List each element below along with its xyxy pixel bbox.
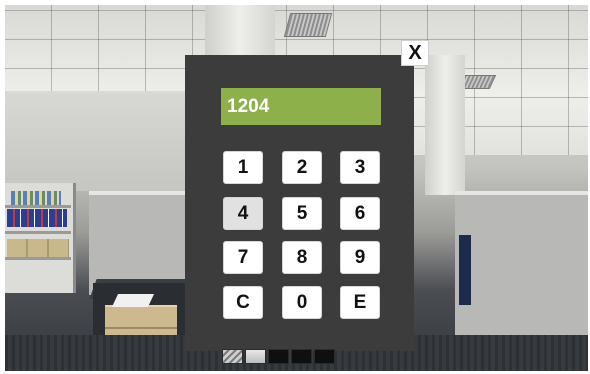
cubicle-partition (455, 191, 588, 345)
key-8[interactable]: 8 (282, 241, 322, 274)
key-clear[interactable]: C (223, 286, 263, 319)
back-wall (5, 91, 210, 191)
keypad-dialog: 1204 1 2 3 4 5 6 7 8 9 C 0 E (185, 55, 414, 351)
key-2[interactable]: 2 (282, 151, 322, 184)
ceiling-vent (283, 13, 333, 37)
pillar (425, 55, 465, 195)
binders (7, 209, 67, 227)
office-chair (459, 235, 471, 305)
key-4[interactable]: 4 (223, 197, 263, 230)
storage-boxes (7, 239, 69, 257)
key-0[interactable]: 0 (282, 286, 322, 319)
key-enter[interactable]: E (340, 286, 380, 319)
close-button[interactable]: X (401, 40, 429, 66)
key-6[interactable]: 6 (340, 197, 380, 230)
inventory-slot-item[interactable] (245, 349, 266, 364)
inventory-slot-empty[interactable] (291, 349, 312, 364)
paper-sheet (111, 294, 155, 307)
key-5[interactable]: 5 (282, 197, 322, 230)
key-1[interactable]: 1 (223, 151, 263, 184)
key-7[interactable]: 7 (223, 241, 263, 274)
key-3[interactable]: 3 (340, 151, 380, 184)
inventory-bar (222, 349, 335, 364)
code-display: 1204 (221, 88, 381, 125)
inventory-slot-empty[interactable] (268, 349, 289, 364)
key-9[interactable]: 9 (340, 241, 380, 274)
inventory-slot-empty[interactable] (314, 349, 335, 364)
inventory-slot-item[interactable] (222, 349, 243, 364)
books (11, 191, 61, 205)
